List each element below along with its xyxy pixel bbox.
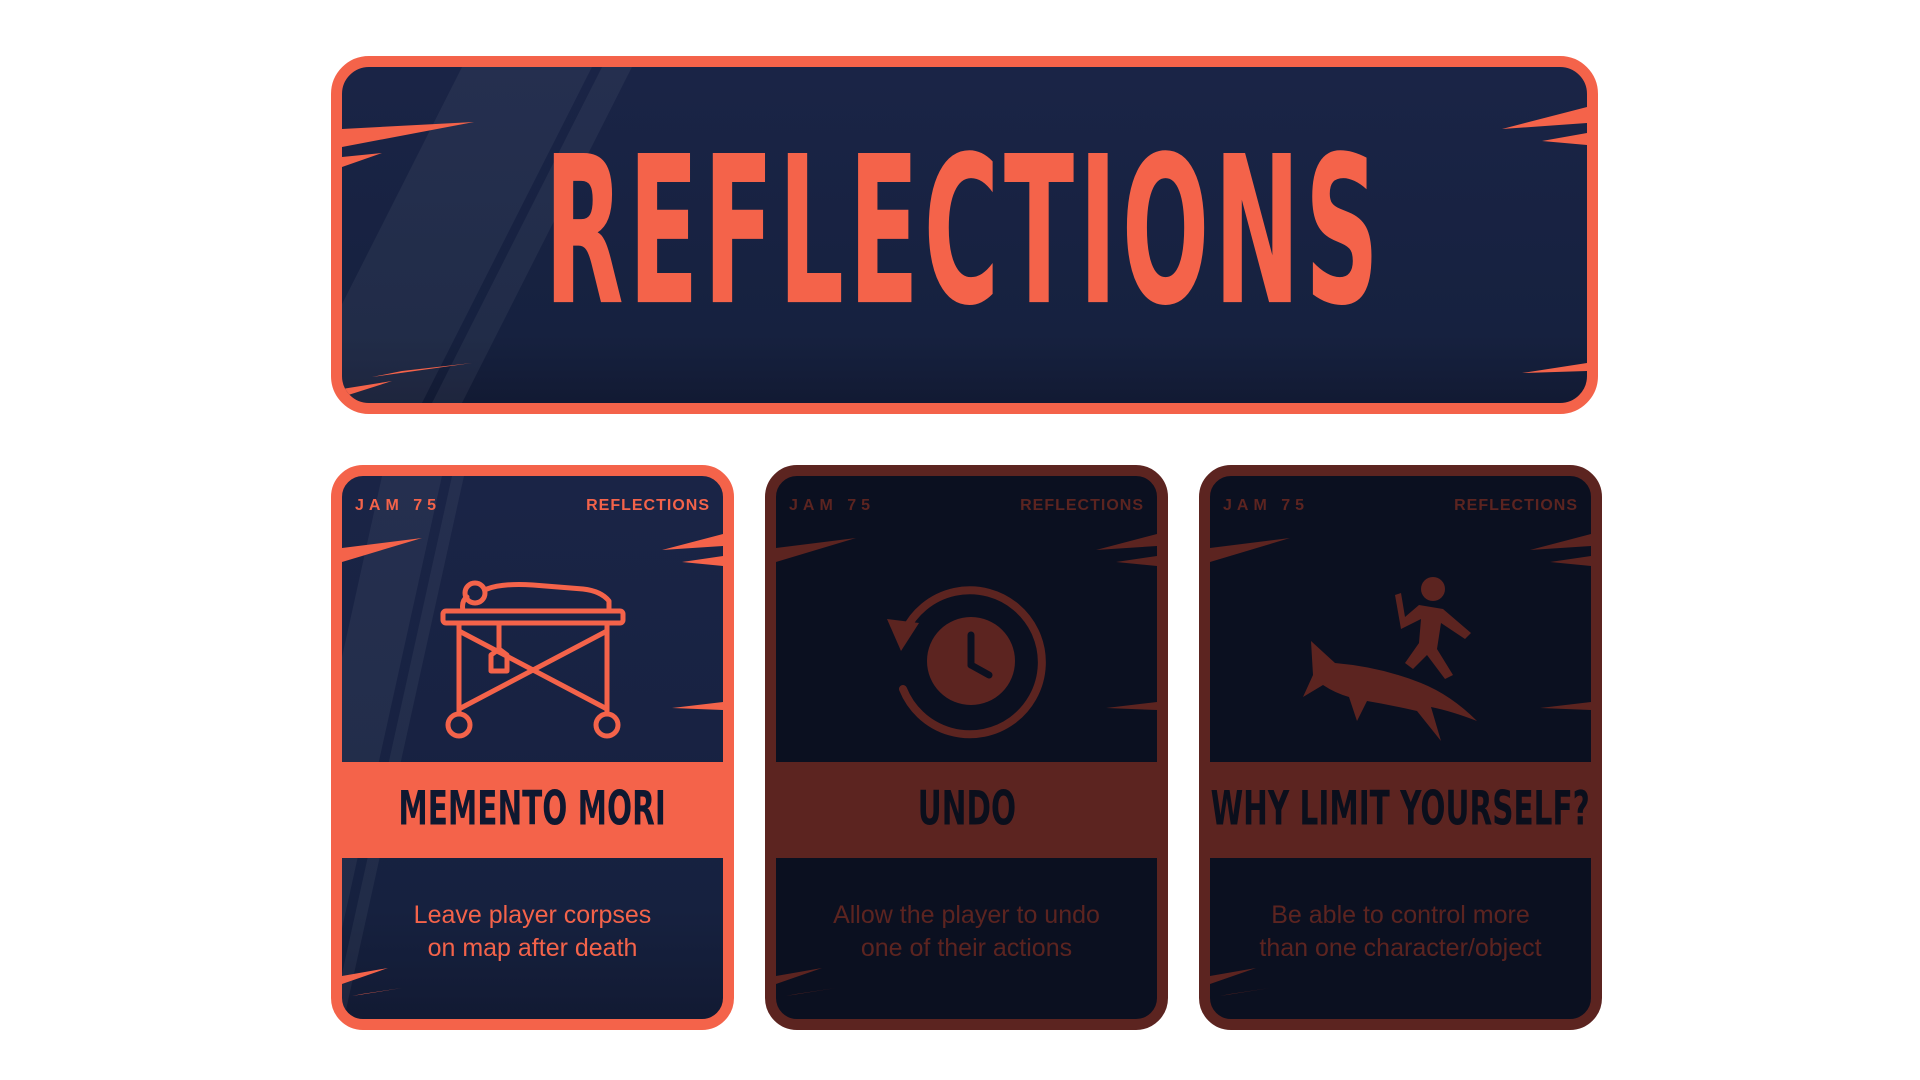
card-description: Be able to control more than one charact…	[1259, 901, 1542, 962]
card-title-band: UNDO	[776, 762, 1157, 858]
card-title-band: WHY LIMIT YOURSELF?	[1210, 762, 1591, 858]
card-theme-label: REFLECTIONS	[1020, 497, 1144, 514]
card-theme-label: REFLECTIONS	[1454, 497, 1578, 514]
person-riding-shark-icon	[1302, 577, 1477, 741]
card-title-band: MEMENTO MORI	[342, 762, 723, 858]
card-description: Leave player corpses on map after death	[413, 901, 652, 962]
card-title: UNDO	[917, 782, 1016, 836]
card-memento-mori[interactable]: JAM 75 REFLECTIONS MEMENTO MORI Leave pl…	[331, 465, 734, 1030]
card-theme-label: REFLECTIONS	[586, 497, 710, 514]
card-title: MEMENTO MORI	[398, 782, 667, 836]
card-undo[interactable]: JAM 75 REFLECTIONS UNDO Allow the player…	[765, 465, 1168, 1030]
card-jam-number: JAM 75	[355, 497, 442, 514]
banner-title: REFLECTIONS	[544, 113, 1385, 352]
card-why-limit-yourself[interactable]: JAM 75 REFLECTIONS WHY LIMIT YOURSELF? B…	[1199, 465, 1602, 1030]
card-jam-number: JAM 75	[789, 497, 876, 514]
stretcher-body-icon	[440, 580, 625, 739]
clock-rewind-icon	[886, 586, 1046, 739]
theme-banner: REFLECTIONS	[331, 56, 1598, 414]
card-description: Allow the player to undo one of their ac…	[833, 901, 1100, 962]
card-jam-number: JAM 75	[1223, 497, 1310, 514]
card-title: WHY LIMIT YOURSELF?	[1210, 782, 1591, 836]
